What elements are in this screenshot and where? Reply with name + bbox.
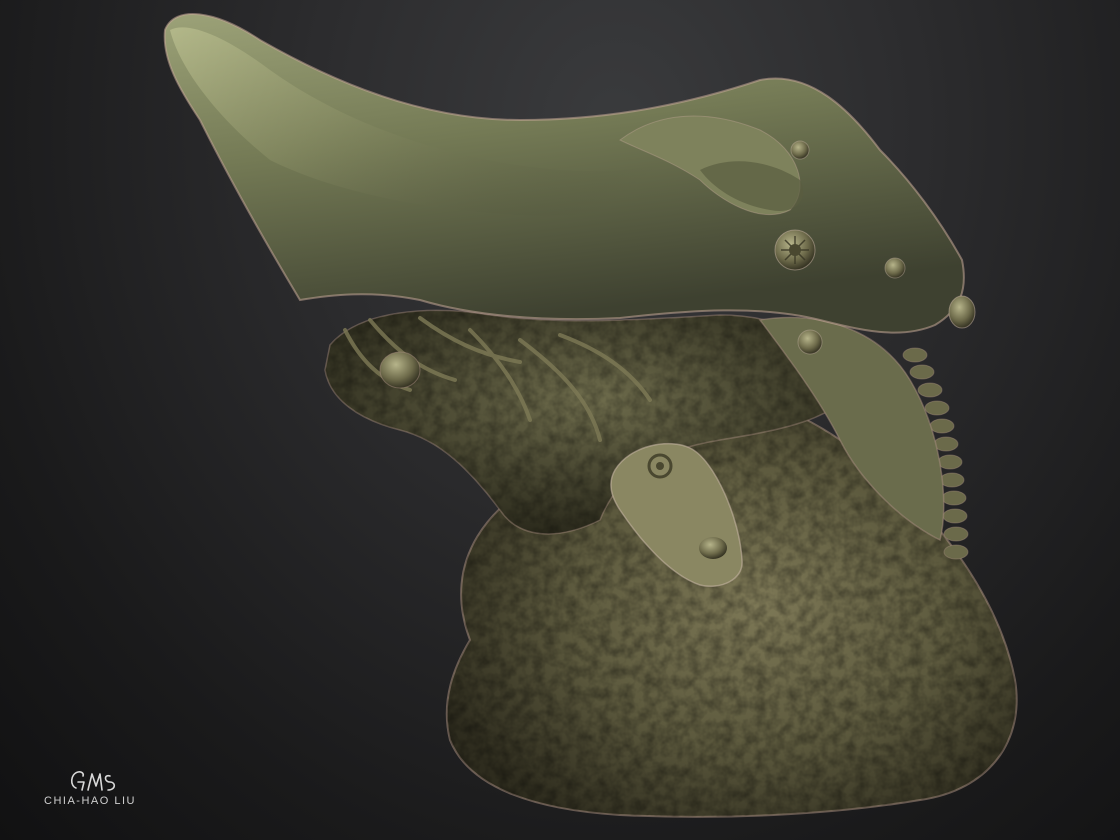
artist-signature: CHIA-HAO LIU — [44, 768, 144, 812]
eye-socket — [379, 351, 421, 389]
helmet-bolt-side — [884, 257, 906, 279]
sculpture-render — [0, 0, 1120, 840]
cheek-bolt — [699, 537, 727, 559]
helmet-nozzle — [948, 295, 976, 329]
artist-credit: CHIA-HAO LIU — [44, 795, 136, 807]
monogram-logo — [70, 771, 116, 791]
helmet-bolt-top — [790, 140, 810, 160]
jaw-bolt — [797, 329, 823, 355]
